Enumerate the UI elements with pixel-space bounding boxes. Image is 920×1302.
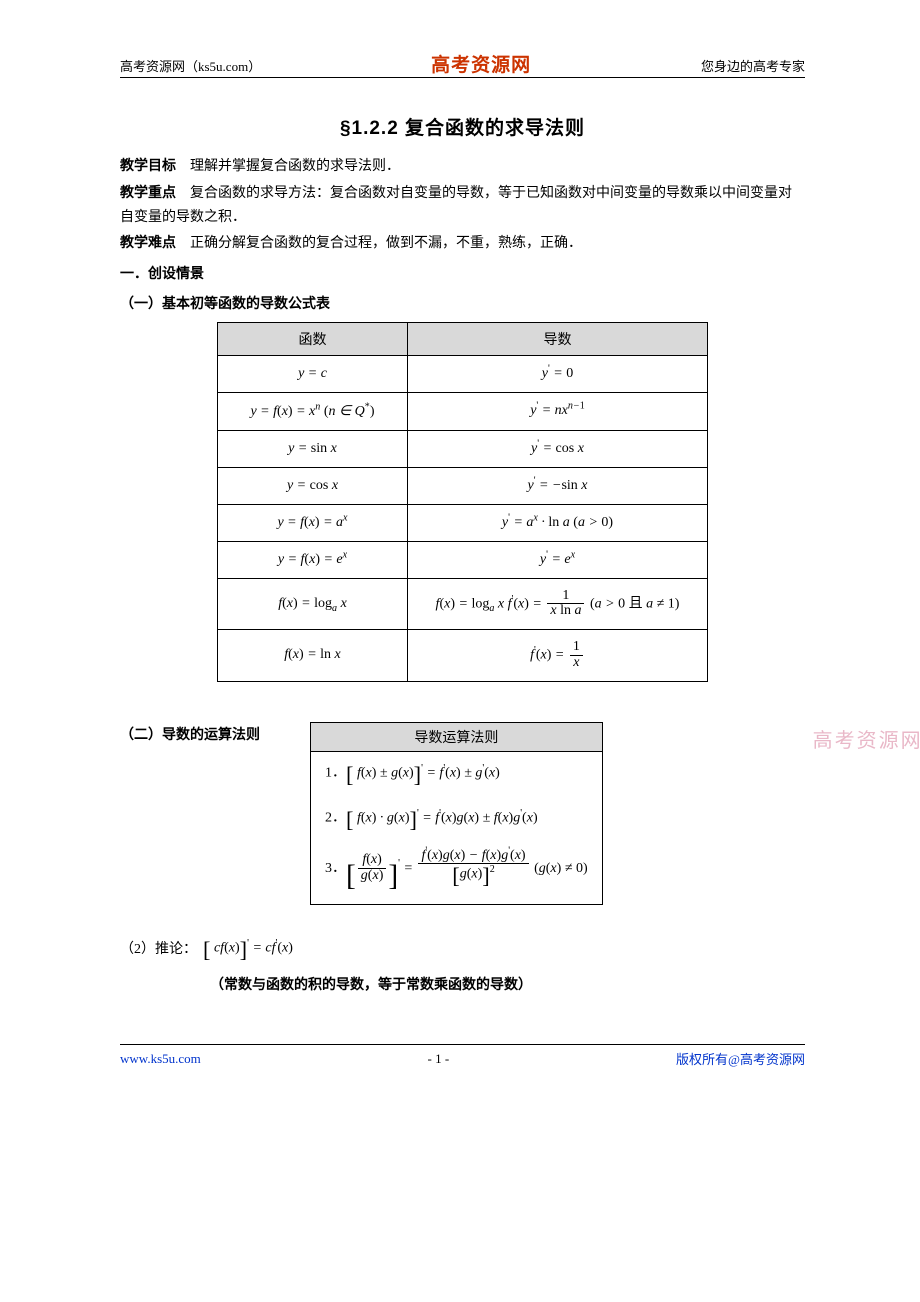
teaching-keypoint-label: 教学重点	[120, 184, 176, 200]
teaching-keypoint: 教学重点复合函数的求导方法：复合函数对自变量的导数，等于已知函数对中间变量的导数…	[120, 181, 805, 230]
th-deriv: 导数	[408, 322, 708, 355]
page-header: 高考资源网（ks5u.com） 高考资源网 您身边的高考专家	[120, 50, 805, 78]
th-func: 函数	[218, 322, 408, 355]
table-row: y = f(x) = xn (n ∈ Q*) y' = nxn−1	[218, 392, 708, 430]
header-logo: 高考资源网	[431, 50, 531, 77]
teaching-keypoint-text: 复合函数的求导方法：复合函数对自变量的导数，等于已知函数对中间变量的导数乘以中间…	[120, 186, 792, 225]
table-row: f(x) = loga x f(x) = loga x f'(x) = 1x l…	[218, 578, 708, 629]
table-row: y = sin x y' = cos x	[218, 430, 708, 467]
table-row: f(x) = ln x f'(x) = 1x	[218, 630, 708, 681]
corollary-note: （常数与函数的积的导数，等于常数乘函数的导数）	[210, 971, 805, 998]
rules-head: 导数运算法则	[311, 722, 603, 751]
teaching-difficulty-label: 教学难点	[120, 234, 176, 250]
page-footer: www.ks5u.com - 1 - 版权所有@高考资源网	[120, 1044, 805, 1068]
table-row: y = cos x y' = −sin x	[218, 467, 708, 504]
corollary-label: （2）推论：	[120, 937, 197, 964]
section-1-2: （二）导数的运算法则	[120, 724, 260, 744]
footer-copyright: 版权所有@高考资源网	[676, 1049, 805, 1068]
table-row: y = c y' = 0	[218, 355, 708, 392]
header-right: 您身边的高考专家	[701, 56, 805, 75]
teaching-goal: 教学目标理解并掌握复合函数的求导法则．	[120, 154, 805, 179]
corollary: （2）推论： [ cf(x)]' = cf'(x) （常数与函数的积的导数，等于…	[120, 929, 805, 998]
header-left: 高考资源网（ks5u.com）	[120, 56, 261, 75]
table-row: 3．[f(x)g(x)]' = f'(x)g(x) − f(x)g'(x)[g(…	[311, 843, 603, 905]
page-title: §1.2.2 复合函数的求导法则	[120, 113, 805, 140]
footer-page: - 1 -	[428, 1051, 450, 1067]
derivative-table: 函数 导数 y = c y' = 0 y = f(x) = xn (n ∈ Q*…	[217, 322, 708, 682]
teaching-goal-label: 教学目标	[120, 157, 176, 173]
section-1-1: （一）基本初等函数的导数公式表	[120, 292, 805, 316]
watermark: 高考资源网	[813, 724, 920, 753]
table-row: 2．[ f(x) · g(x)]' = f'(x)g(x) ± f(x)g'(x…	[311, 797, 603, 843]
rules-table: 导数运算法则 1．[ f(x) ± g(x)]' = f'(x) ± g'(x)…	[310, 722, 603, 905]
footer-url: www.ks5u.com	[120, 1051, 201, 1067]
table-row: y = f(x) = ax y' = ax · ln a (a > 0)	[218, 504, 708, 541]
teaching-goal-text: 理解并掌握复合函数的求导法则．	[190, 159, 400, 174]
teaching-difficulty-text: 正确分解复合函数的复合过程，做到不漏，不重，熟练，正确．	[190, 236, 582, 251]
section-1: 一．创设情景	[120, 262, 805, 286]
teaching-difficulty: 教学难点正确分解复合函数的复合过程，做到不漏，不重，熟练，正确．	[120, 231, 805, 256]
table-row: 1．[ f(x) ± g(x)]' = f'(x) ± g'(x)	[311, 751, 603, 797]
table-row: y = f(x) = ex y' = ex	[218, 541, 708, 578]
